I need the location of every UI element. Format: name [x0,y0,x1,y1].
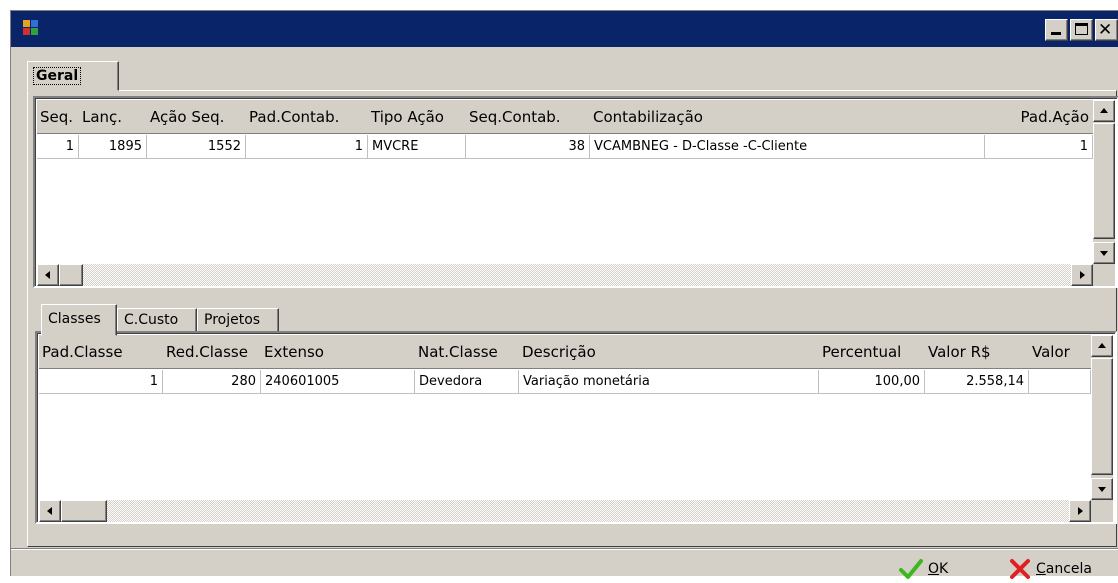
col-header-descricao[interactable]: Descrição [519,335,819,368]
minimize-button[interactable] [1045,19,1068,41]
scroll-thumb[interactable] [1091,358,1113,475]
cell-percentual[interactable]: 100,00 [819,370,925,393]
col-header-seq-contab[interactable]: Seq.Contab. [466,100,590,133]
scroll-down-button[interactable] [1091,478,1113,500]
tab-classes[interactable]: Classes [41,304,117,336]
col-header-pad-contab[interactable]: Pad.Contab. [246,100,368,133]
col-header-valor-rs[interactable]: Valor R$ [925,335,1029,368]
arrow-right-icon [1078,507,1083,515]
cell-descricao[interactable]: Variação monetária [519,370,819,393]
cell-seq-contab[interactable]: 38 [466,135,590,158]
tab-c-custo-label: C.Custo [124,312,179,328]
cell-pad-acao[interactable]: 1 [985,135,1093,158]
table-row[interactable]: 1 280 240601005 Devedora Variação monetá… [39,370,1091,394]
scroll-up-button[interactable] [1093,100,1115,122]
cell-extenso[interactable]: 240601005 [261,370,415,393]
col-header-acao-seq[interactable]: Ação Seq. [147,100,246,133]
close-icon: ✕ [1098,20,1113,40]
scroll-left-button[interactable] [37,264,59,286]
cell-seq[interactable]: 1 [37,135,79,158]
cell-tipo-acao[interactable]: MVCRE [368,135,466,158]
arrow-up-icon [1100,108,1108,113]
horizontal-scrollbar[interactable] [39,500,1091,522]
col-header-seq[interactable]: Seq. [37,100,79,133]
ok-button-label: OK [928,561,949,577]
cell-nat-classe[interactable]: Devedora [415,370,519,393]
arrow-left-icon [47,507,52,515]
scroll-down-button[interactable] [1093,242,1115,264]
scroll-up-button[interactable] [1091,335,1113,357]
col-header-tipo-acao[interactable]: Tipo Ação [368,100,466,133]
table-row[interactable]: 1 1895 1552 1 MVCRE 38 VCAMBNEG - D-Clas… [37,135,1093,159]
col-header-pad-classe[interactable]: Pad.Classe [39,335,163,368]
accounting-grid[interactable]: Seq. Lanç. Ação Seq. Pad.Contab. Tipo Aç… [33,96,1118,288]
tab-classes-label: Classes [48,311,101,327]
cell-valor-rs[interactable]: 2.558,14 [925,370,1029,393]
scroll-thumb[interactable] [1093,123,1115,239]
cell-red-classe[interactable]: 280 [163,370,261,393]
cell-lanc[interactable]: 1895 [79,135,147,158]
arrow-up-icon [1098,343,1106,348]
horizontal-scrollbar[interactable] [37,264,1093,286]
col-header-pad-acao[interactable]: Pad.Ação [985,100,1093,133]
ok-button[interactable]: OK [899,555,948,583]
x-icon [1010,559,1030,579]
checkmark-icon [899,559,923,579]
close-button[interactable]: ✕ [1095,19,1118,41]
cancel-button-label: Cancela [1036,561,1093,577]
cell-valor[interactable] [1029,370,1091,393]
col-header-nat-classe[interactable]: Nat.Classe [415,335,519,368]
tab-geral-label: Geral [33,67,82,85]
vertical-scrollbar[interactable] [1093,100,1115,264]
arrow-right-icon [1080,271,1085,279]
scroll-right-button[interactable] [1071,264,1093,286]
col-header-contabilizacao[interactable]: Contabilização [590,100,985,133]
col-header-red-classe[interactable]: Red.Classe [163,335,261,368]
maximize-button[interactable] [1070,19,1093,41]
scroll-thumb-horizontal[interactable] [61,500,107,522]
scroll-thumb-horizontal[interactable] [59,264,83,286]
app-logo-icon[interactable] [23,20,41,38]
col-header-valor[interactable]: Valor [1029,335,1091,368]
tab-geral[interactable]: Geral [27,61,119,91]
col-header-extenso[interactable]: Extenso [261,335,415,368]
scroll-left-button[interactable] [39,500,61,522]
minimize-icon [1051,32,1061,35]
scroll-corner [1091,500,1113,522]
classes-grid[interactable]: Pad.Classe Red.Classe Extenso Nat.Classe… [35,331,1117,524]
vertical-scrollbar[interactable] [1091,335,1113,500]
scroll-right-button[interactable] [1069,500,1091,522]
cancel-button[interactable]: Cancela [1009,555,1092,583]
dialog-window: ✕ Geral Seq. Lanç. Ação Seq. Pad.Contab.… [10,10,1118,579]
arrow-down-icon [1100,251,1108,256]
maximize-icon [1075,23,1088,35]
title-bar[interactable]: ✕ [11,11,1118,47]
cell-acao-seq[interactable]: 1552 [147,135,246,158]
cell-pad-contab[interactable]: 1 [246,135,368,158]
cell-contabilizacao[interactable]: VCAMBNEG - D-Classe -C-Cliente [590,135,985,158]
scroll-corner [1093,264,1115,286]
arrow-left-icon [45,271,50,279]
tab-projetos-label: Projetos [204,312,261,328]
cell-pad-classe[interactable]: 1 [39,370,163,393]
col-header-lanc[interactable]: Lanç. [79,100,147,133]
accounting-grid-header: Seq. Lanç. Ação Seq. Pad.Contab. Tipo Aç… [37,100,1093,134]
bottom-separator [11,548,1118,550]
col-header-percentual[interactable]: Percentual [819,335,925,368]
arrow-down-icon [1098,487,1106,492]
classes-grid-header: Pad.Classe Red.Classe Extenso Nat.Classe… [39,335,1091,369]
